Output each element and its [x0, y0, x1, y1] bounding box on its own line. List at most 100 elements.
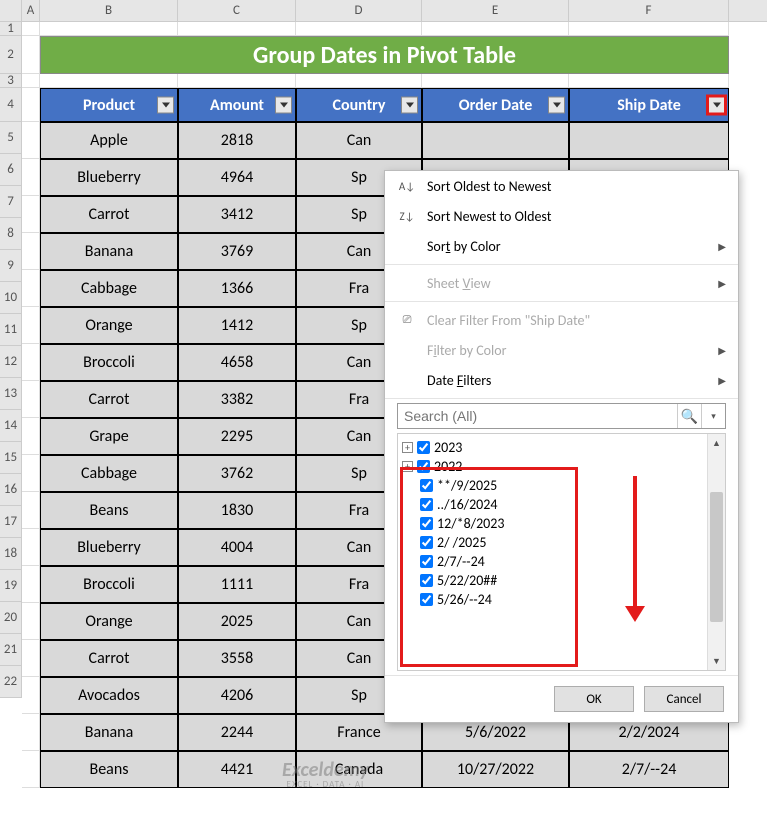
filter-checkbox[interactable] [417, 460, 430, 473]
cell-ship-date[interactable] [569, 122, 729, 159]
row-2[interactable]: Group Dates in Pivot Table [22, 36, 767, 74]
cell-product[interactable]: Blueberry [40, 529, 178, 566]
filter-tree-item[interactable]: **/9/2025 [402, 476, 721, 495]
row-header-1[interactable]: 1 [0, 22, 22, 36]
row-header-4[interactable]: 4 [0, 88, 22, 122]
scroll-up-icon[interactable]: ▲ [708, 434, 725, 452]
cell-product[interactable]: Beans [40, 751, 178, 788]
cell-amount[interactable]: 2244 [178, 714, 296, 751]
search-dropdown-icon[interactable]: ▾ [701, 404, 725, 428]
row-3[interactable] [22, 74, 767, 88]
cell-amount[interactable]: 3769 [178, 233, 296, 270]
cell-amount[interactable]: 1111 [178, 566, 296, 603]
row-header-12[interactable]: 12 [0, 346, 22, 378]
title-cell[interactable]: Group Dates in Pivot Table [40, 36, 729, 74]
cell-country[interactable]: Canada [296, 751, 422, 788]
row-header-20[interactable]: 20 [0, 602, 22, 634]
cell-amount[interactable]: 1412 [178, 307, 296, 344]
filter-btn-order-date[interactable] [548, 97, 565, 114]
filter-checkbox[interactable] [420, 574, 433, 587]
expand-icon[interactable]: + [402, 461, 413, 472]
cell-product[interactable]: Broccoli [40, 566, 178, 603]
sort-oldest-newest[interactable]: A↓ Sort Oldest to Newest [385, 171, 738, 201]
cell-product[interactable]: Banana [40, 714, 178, 751]
col-header-D[interactable]: D [296, 0, 422, 21]
filter-checkbox[interactable] [420, 555, 433, 568]
cell-product[interactable]: Carrot [40, 640, 178, 677]
cell-product[interactable]: Banana [40, 233, 178, 270]
row-header-18[interactable]: 18 [0, 538, 22, 570]
cell-product[interactable]: Orange [40, 603, 178, 640]
row-header-16[interactable]: 16 [0, 474, 22, 506]
ok-button[interactable]: OK [554, 686, 634, 712]
cell-amount[interactable]: 3558 [178, 640, 296, 677]
filter-tree-item[interactable]: +2022 [402, 457, 721, 476]
scroll-down-icon[interactable]: ▼ [708, 652, 725, 670]
filter-checkbox[interactable] [420, 498, 433, 511]
cell-amount[interactable]: 3382 [178, 381, 296, 418]
filter-tree-item[interactable]: ../16/2024 [402, 495, 721, 514]
row-header-13[interactable]: 13 [0, 378, 22, 410]
sort-by-color[interactable]: Sort by Color ▶ [385, 231, 738, 261]
row-header-5[interactable]: 5 [0, 122, 22, 154]
sort-newest-oldest[interactable]: Z↓ Sort Newest to Oldest [385, 201, 738, 231]
filter-tree-item[interactable]: 5/22/20## [402, 571, 721, 590]
filter-checkbox[interactable] [417, 441, 430, 454]
table-row[interactable]: Beans4421Canada10/27/20222/7/--24 [22, 751, 767, 788]
row-header-21[interactable]: 21 [0, 634, 22, 666]
row-1[interactable] [22, 22, 767, 36]
row-header-9[interactable]: 9 [0, 250, 22, 282]
cell-amount[interactable]: 4964 [178, 159, 296, 196]
table-row[interactable]: Apple2818Can [22, 122, 767, 159]
cell-amount[interactable]: 1366 [178, 270, 296, 307]
row-4[interactable]: Product Amount Country Order Date Ship D… [22, 88, 767, 122]
col-header-F[interactable]: F [569, 0, 729, 21]
cell-amount[interactable]: 1830 [178, 492, 296, 529]
filter-search-input[interactable] [398, 408, 677, 424]
cell-product[interactable]: Cabbage [40, 270, 178, 307]
row-header-3[interactable]: 3 [0, 74, 22, 88]
filter-tree-item[interactable]: 5/26/--24 [402, 590, 721, 609]
cell-product[interactable]: Carrot [40, 196, 178, 233]
row-header-22[interactable]: 22 [0, 666, 22, 698]
cell-amount[interactable]: 4658 [178, 344, 296, 381]
cell-amount[interactable]: 3762 [178, 455, 296, 492]
cell-order-date[interactable] [422, 122, 569, 159]
row-header-6[interactable]: 6 [0, 154, 22, 186]
cell-amount[interactable]: 3412 [178, 196, 296, 233]
header-order-date[interactable]: Order Date [422, 88, 569, 122]
filter-btn-amount[interactable] [275, 97, 292, 114]
row-header-11[interactable]: 11 [0, 314, 22, 346]
cell-amount[interactable]: 4206 [178, 677, 296, 714]
cell-amount[interactable]: 4004 [178, 529, 296, 566]
cell-order-date[interactable]: 10/27/2022 [422, 751, 569, 788]
header-amount[interactable]: Amount [178, 88, 296, 122]
filter-tree-item[interactable]: 2/ /2025 [402, 533, 721, 552]
filter-btn-ship-date[interactable] [708, 97, 725, 114]
select-all-corner[interactable] [0, 0, 22, 21]
cell-product[interactable]: Blueberry [40, 159, 178, 196]
filter-tree-item[interactable]: 12/*8/2023 [402, 514, 721, 533]
cell-product[interactable]: Apple [40, 122, 178, 159]
cell-ship-date[interactable]: 2/7/--24 [569, 751, 729, 788]
header-country[interactable]: Country [296, 88, 422, 122]
filter-checkbox[interactable] [420, 517, 433, 530]
search-icon[interactable]: 🔍 [677, 404, 701, 428]
header-product[interactable]: Product [40, 88, 178, 122]
cell-product[interactable]: Cabbage [40, 455, 178, 492]
tree-scrollbar[interactable]: ▲ ▼ [707, 434, 725, 670]
filter-tree-item[interactable]: +2023 [402, 438, 721, 457]
filter-tree-item[interactable]: 2/7/--24 [402, 552, 721, 571]
row-header-15[interactable]: 15 [0, 442, 22, 474]
row-header-7[interactable]: 7 [0, 186, 22, 218]
filter-checkbox[interactable] [420, 593, 433, 606]
filter-btn-country[interactable] [401, 97, 418, 114]
scroll-thumb[interactable] [710, 492, 723, 622]
col-header-C[interactable]: C [178, 0, 296, 21]
cell-product[interactable]: Grape [40, 418, 178, 455]
filter-btn-product[interactable] [157, 97, 174, 114]
cell-amount[interactable]: 2025 [178, 603, 296, 640]
row-header-10[interactable]: 10 [0, 282, 22, 314]
cell-product[interactable]: Carrot [40, 381, 178, 418]
cell-product[interactable]: Orange [40, 307, 178, 344]
